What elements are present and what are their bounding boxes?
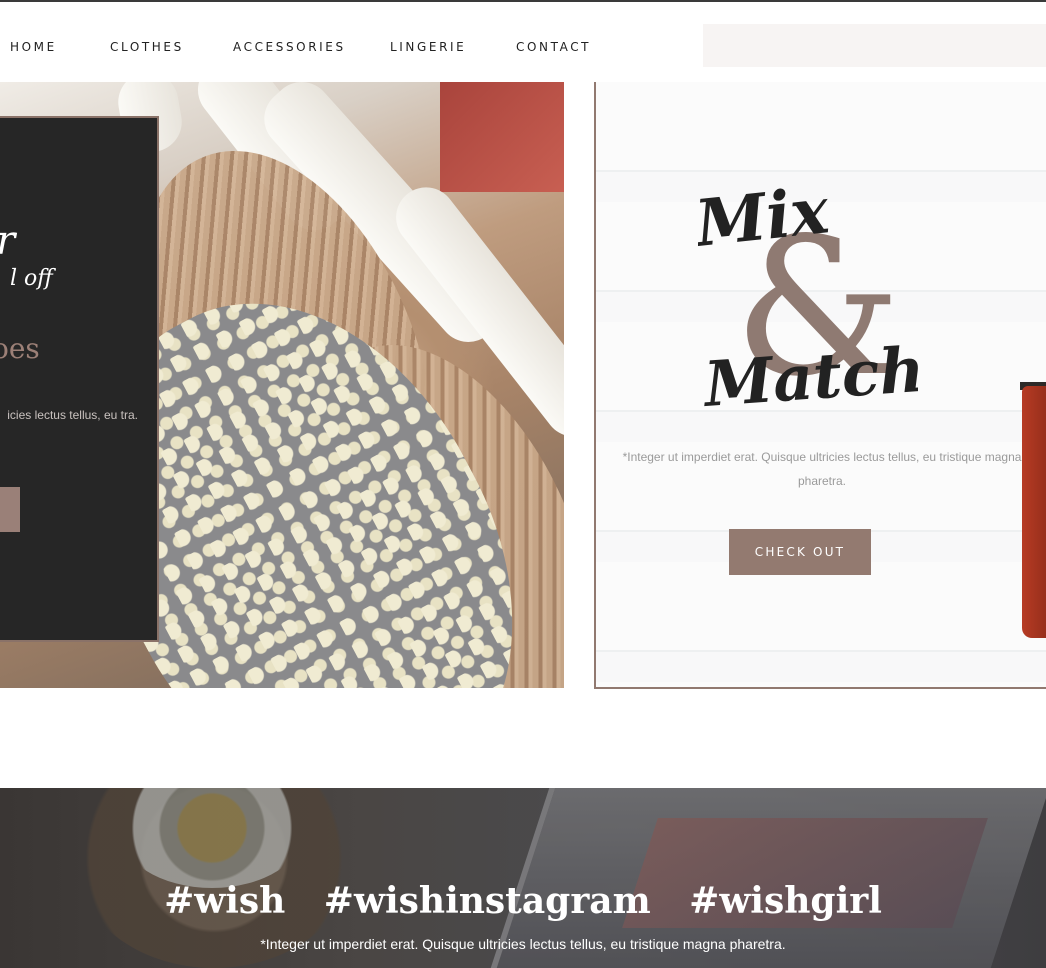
- instagram-caption: *Integer ut imperdiet erat. Quisque ultr…: [260, 936, 786, 952]
- promo-off-text: l off: [10, 266, 53, 291]
- instagram-banner: #wish #wishinstagram #wishgirl *Integer …: [0, 788, 1046, 968]
- mix-match-description: *Integer ut imperdiet erat. Quisque ultr…: [622, 450, 1022, 488]
- nav-accessories[interactable]: ACCESSORIES: [233, 40, 346, 54]
- mix-match-card: & Mix Match *Integer ut imperdiet erat. …: [594, 82, 1046, 689]
- nav-contact[interactable]: CONTACT: [516, 40, 591, 54]
- red-fabric-detail: [440, 82, 564, 192]
- logo-match: Match: [700, 333, 918, 418]
- nav-clothes[interactable]: CLOTHES: [110, 40, 184, 54]
- hashtag-wishgirl[interactable]: #wishgirl: [689, 880, 882, 922]
- check-out-button[interactable]: CHECK OUT: [729, 529, 871, 575]
- promo-description: icies lectus tellus, eu tra.: [7, 408, 138, 422]
- red-bag-detail: [1022, 386, 1046, 638]
- search-input[interactable]: [703, 24, 1046, 67]
- promo-button[interactable]: [0, 487, 20, 532]
- promo-script-text: r: [0, 218, 15, 264]
- hashtag-wish[interactable]: #wish: [164, 880, 285, 922]
- nav-home[interactable]: HOME: [10, 40, 57, 54]
- mix-match-logo: & Mix Match: [698, 173, 918, 418]
- logo-mix: Mix: [698, 173, 833, 262]
- hashtag-wishinstagram[interactable]: #wishinstagram: [324, 880, 651, 922]
- hashtag-list: #wish #wishinstagram #wishgirl: [0, 880, 1046, 922]
- promo-card: r l off oes icies lectus tellus, eu tra.: [0, 116, 159, 642]
- promo-heading: oes: [0, 332, 40, 365]
- main-navigation: HOME CLOTHES ACCESSORIES LINGERIE CONTAC…: [0, 2, 1046, 82]
- nav-lingerie[interactable]: LINGERIE: [390, 40, 466, 54]
